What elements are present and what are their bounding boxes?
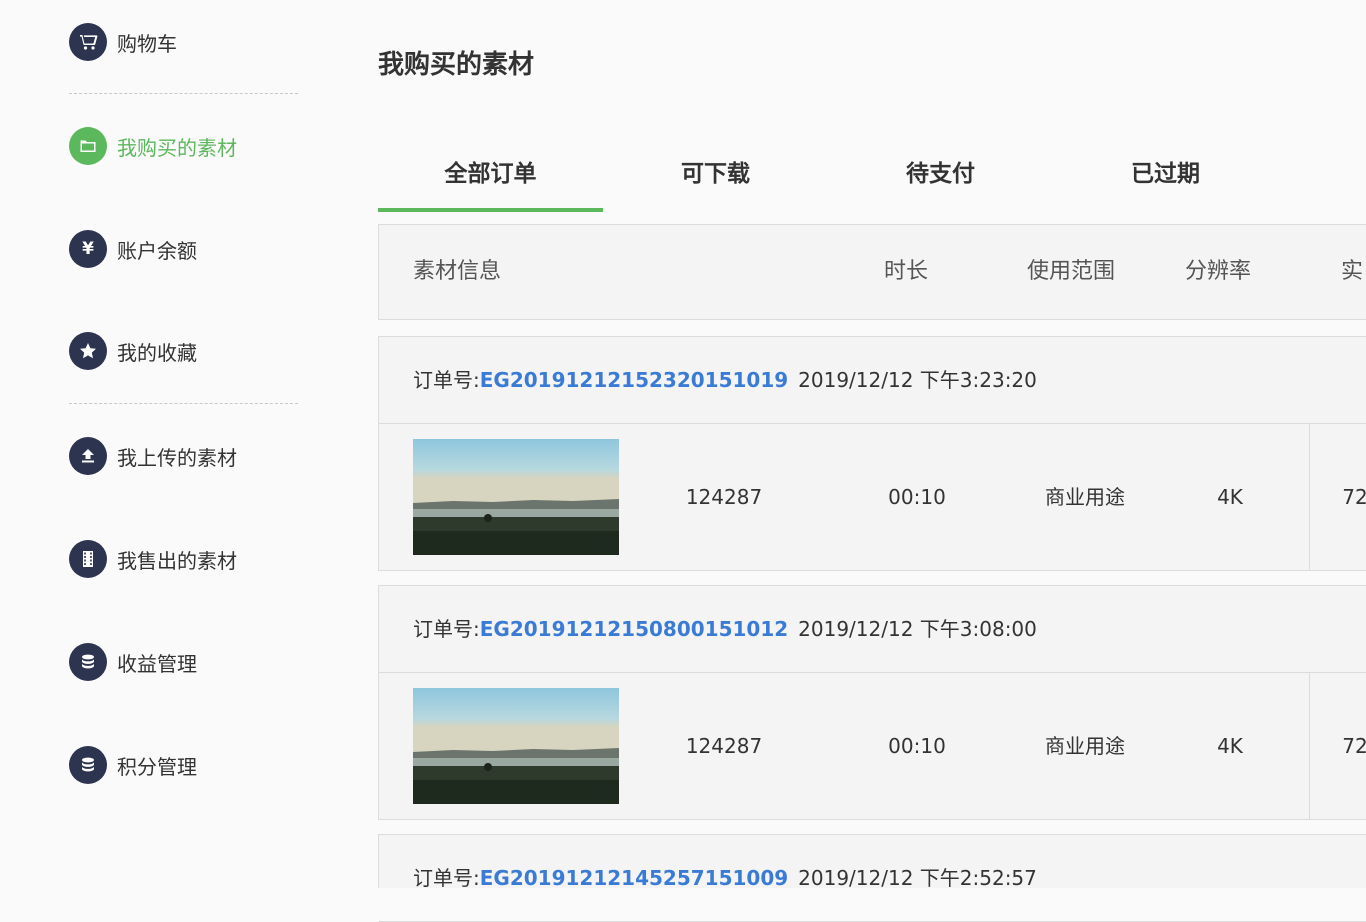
column-header-price: 实 bbox=[1341, 259, 1364, 284]
sidebar-item-balance[interactable]: ¥ 账户余额 bbox=[69, 230, 197, 268]
order-number-link[interactable]: EG20191212150800151012 bbox=[480, 617, 788, 641]
sidebar-item-label: 我购买的素材 bbox=[117, 135, 237, 160]
tab-all-orders[interactable]: 全部订单 bbox=[378, 150, 603, 212]
order-header: 订单号:EG20191212145257151009 2019/12/12 下午2… bbox=[379, 835, 1366, 922]
sidebar-item-label: 积分管理 bbox=[117, 754, 197, 779]
sidebar-item-label: 我售出的素材 bbox=[117, 548, 237, 573]
order-card: 订单号:EG20191212152320151019 2019/12/12 下午3… bbox=[378, 336, 1366, 571]
database-icon bbox=[69, 746, 107, 784]
order-number-link[interactable]: EG20191212152320151019 bbox=[480, 368, 788, 392]
sidebar-item-label: 我的收藏 bbox=[117, 340, 197, 365]
order-date: 2019/12/12 下午2:52:57 bbox=[798, 866, 1037, 890]
order-header: 订单号:EG20191212152320151019 2019/12/12 下午3… bbox=[379, 337, 1366, 424]
column-divider bbox=[1309, 673, 1310, 819]
tab-expired[interactable]: 已过期 bbox=[1053, 150, 1278, 212]
material-resolution: 4K bbox=[1217, 734, 1243, 758]
order-number-label: 订单号: bbox=[413, 866, 480, 890]
folder-icon bbox=[69, 127, 107, 165]
material-duration: 00:10 bbox=[888, 734, 946, 758]
sidebar-item-points[interactable]: 积分管理 bbox=[69, 746, 197, 784]
column-header-info: 素材信息 bbox=[413, 259, 502, 284]
page-title: 我购买的素材 bbox=[378, 50, 535, 80]
order-date: 2019/12/12 下午3:23:20 bbox=[798, 368, 1037, 392]
material-id: 124287 bbox=[685, 485, 763, 509]
column-divider bbox=[1309, 424, 1310, 570]
table-header: 素材信息 时长 使用范围 分辨率 实 bbox=[378, 224, 1366, 320]
sidebar-item-label: 收益管理 bbox=[117, 651, 197, 676]
upload-icon bbox=[69, 437, 107, 475]
main-content: 我购买的素材 全部订单 可下载 待支付 已过期 素材信息 时长 使用范围 分辨率… bbox=[378, 0, 1366, 922]
material-price: 72 bbox=[1342, 485, 1366, 509]
material-resolution: 4K bbox=[1217, 485, 1243, 509]
order-number-label: 订单号: bbox=[413, 368, 480, 392]
database-icon bbox=[69, 643, 107, 681]
order-card: 订单号:EG20191212145257151009 2019/12/12 下午2… bbox=[378, 834, 1366, 922]
order-number-label: 订单号: bbox=[413, 617, 480, 641]
material-usage: 商业用途 bbox=[1045, 734, 1125, 758]
sidebar-item-uploaded[interactable]: 我上传的素材 bbox=[69, 437, 237, 475]
material-price: 72 bbox=[1342, 734, 1366, 758]
sidebar-item-purchased[interactable]: 我购买的素材 bbox=[69, 127, 237, 165]
sidebar-item-cart[interactable]: 购物车 bbox=[69, 23, 177, 61]
order-item-row: 124287 00:10 商业用途 4K 72 bbox=[379, 424, 1366, 570]
film-icon bbox=[69, 540, 107, 578]
tab-pending-payment[interactable]: 待支付 bbox=[828, 150, 1053, 212]
sidebar-divider bbox=[69, 93, 298, 94]
order-date: 2019/12/12 下午3:08:00 bbox=[798, 617, 1037, 641]
tab-downloadable[interactable]: 可下载 bbox=[603, 150, 828, 212]
sidebar-item-label: 账户余额 bbox=[117, 238, 197, 263]
sidebar-item-sold[interactable]: 我售出的素材 bbox=[69, 540, 237, 578]
order-number-link[interactable]: EG20191212145257151009 bbox=[480, 866, 788, 890]
material-id: 124287 bbox=[685, 734, 763, 758]
star-icon bbox=[69, 332, 107, 370]
column-header-usage: 使用范围 bbox=[1027, 259, 1116, 284]
sidebar-item-label: 我上传的素材 bbox=[117, 445, 237, 470]
sidebar-divider bbox=[69, 403, 298, 404]
sidebar-item-earnings[interactable]: 收益管理 bbox=[69, 643, 197, 681]
order-card: 订单号:EG20191212150800151012 2019/12/12 下午3… bbox=[378, 585, 1366, 820]
order-header: 订单号:EG20191212150800151012 2019/12/12 下午3… bbox=[379, 586, 1366, 673]
material-thumbnail[interactable] bbox=[413, 439, 619, 555]
material-duration: 00:10 bbox=[888, 485, 946, 509]
order-tabs: 全部订单 可下载 待支付 已过期 bbox=[378, 150, 1366, 212]
sidebar-item-favorites[interactable]: 我的收藏 bbox=[69, 332, 197, 370]
cart-icon bbox=[69, 23, 107, 61]
column-header-resolution: 分辨率 bbox=[1185, 259, 1252, 284]
material-usage: 商业用途 bbox=[1045, 485, 1125, 509]
material-thumbnail[interactable] bbox=[413, 688, 619, 804]
sidebar: 购物车 我购买的素材 ¥ 账户余额 我的收藏 我上传的素材 我售出的素材 收益管… bbox=[0, 0, 340, 888]
column-header-duration: 时长 bbox=[884, 259, 929, 284]
yen-icon: ¥ bbox=[69, 230, 107, 268]
sidebar-item-label: 购物车 bbox=[117, 31, 177, 56]
order-item-row: 124287 00:10 商业用途 4K 72 bbox=[379, 673, 1366, 819]
